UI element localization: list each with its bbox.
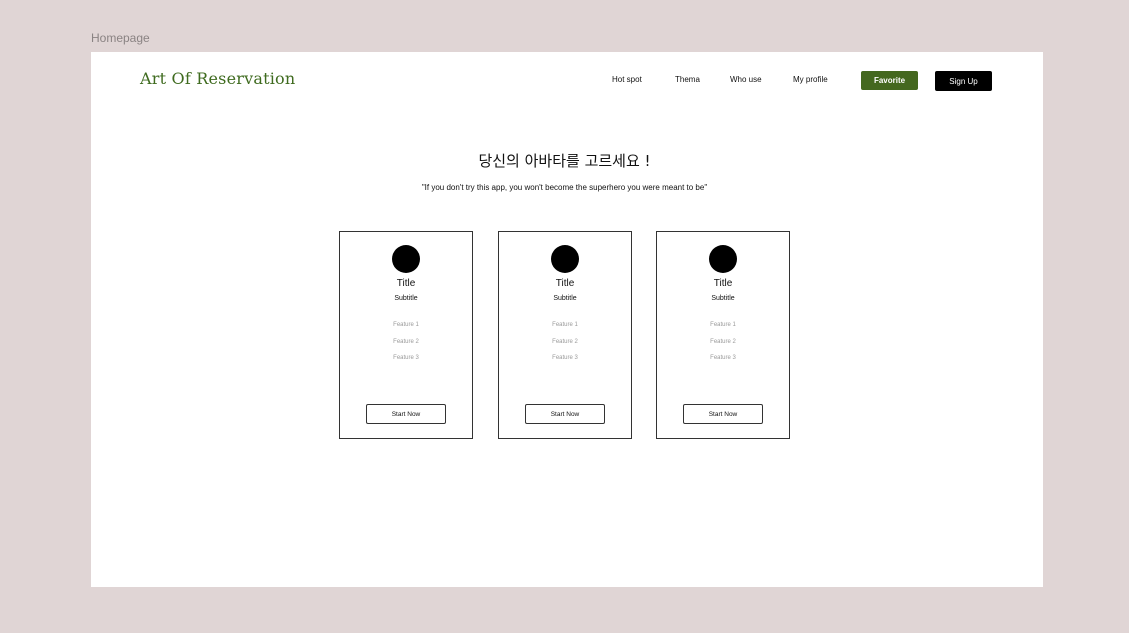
hero-quote: "If you don't try this app, you won't be… xyxy=(421,183,708,192)
card-feature: Feature 2 xyxy=(393,339,419,345)
avatar-card: Title Subtitle Feature 1 Feature 2 Featu… xyxy=(339,231,473,439)
nav-thema[interactable]: Thema xyxy=(675,75,700,84)
homepage-frame: Art Of Reservation Hot spot Thema Who us… xyxy=(91,52,1043,587)
avatar-card: Title Subtitle Feature 1 Feature 2 Featu… xyxy=(656,231,790,439)
hero-title: 당신의 아바타를 고르세요 ! xyxy=(478,152,651,170)
avatar-circle xyxy=(392,245,420,273)
card-feature: Feature 2 xyxy=(552,339,578,345)
nav-hot-spot[interactable]: Hot spot xyxy=(612,75,642,84)
card-feature: Feature 3 xyxy=(393,355,419,361)
nav-my-profile[interactable]: My profile xyxy=(793,75,828,84)
card-title: Title xyxy=(396,278,416,289)
frame-label: Homepage xyxy=(91,31,150,45)
avatar-card: Title Subtitle Feature 1 Feature 2 Featu… xyxy=(498,231,632,439)
card-feature: Feature 2 xyxy=(710,339,736,345)
start-now-button[interactable]: Start Now xyxy=(683,404,763,424)
nav-who-use[interactable]: Who use xyxy=(730,75,762,84)
card-subtitle: Subtitle xyxy=(553,295,577,302)
start-now-button[interactable]: Start Now xyxy=(366,404,446,424)
card-subtitle: Subtitle xyxy=(711,295,735,302)
card-title: Title xyxy=(555,278,575,289)
avatar-circle xyxy=(709,245,737,273)
sign-up-button[interactable]: Sign Up xyxy=(935,71,992,91)
card-feature: Feature 1 xyxy=(710,322,736,328)
card-feature: Feature 1 xyxy=(393,322,419,328)
card-subtitle: Subtitle xyxy=(394,295,418,302)
avatar-circle xyxy=(551,245,579,273)
favorite-button[interactable]: Favorite xyxy=(861,71,918,90)
top-nav: Hot spot Thema Who use My profile Favori… xyxy=(91,71,1043,91)
card-title: Title xyxy=(713,278,733,289)
card-feature: Feature 3 xyxy=(552,355,578,361)
start-now-button[interactable]: Start Now xyxy=(525,404,605,424)
card-feature: Feature 1 xyxy=(552,322,578,328)
card-feature: Feature 3 xyxy=(710,355,736,361)
